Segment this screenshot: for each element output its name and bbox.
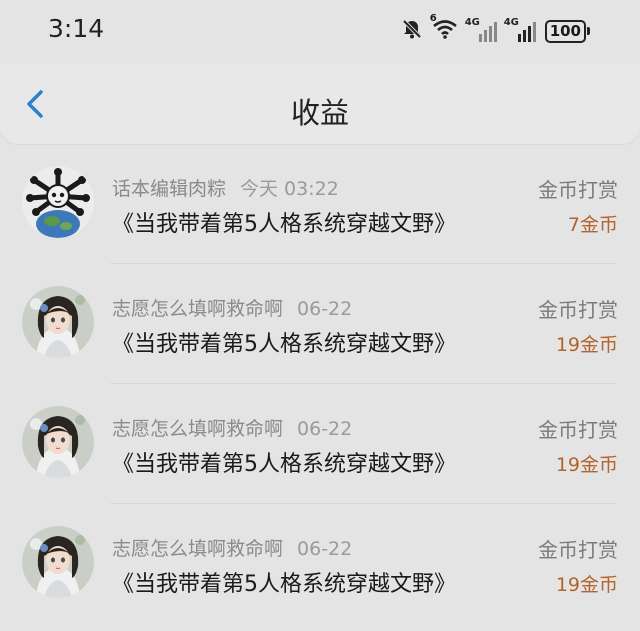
user-line: 志愿怎么填啊救命啊 06-22 (112, 294, 352, 321)
user-line: 话本编辑肉粽 今天 03:22 (112, 174, 339, 201)
novel-title[interactable]: 《当我带着第5人格系统穿越文野》 (112, 206, 456, 238)
list-item[interactable]: 志愿怎么填啊救命啊 06-22 《当我带着第5人格系统穿越文野》 金币打赏 19金… (0, 264, 640, 384)
reward-type: 金币打赏 (538, 298, 618, 322)
signal-tag: 4G (503, 17, 519, 28)
user-line: 志愿怎么填啊救命啊 06-22 (112, 534, 352, 561)
avatar[interactable] (22, 406, 94, 478)
reward-type: 金币打赏 (538, 178, 618, 202)
reward-type: 金币打赏 (538, 418, 618, 442)
coin-amount: 19金币 (555, 454, 618, 476)
timestamp: 06-22 (297, 538, 353, 560)
coin-amount: 7金币 (567, 214, 618, 236)
bell-muted-icon (401, 18, 423, 44)
status-icons: 6 4G 4G 100 (401, 13, 590, 44)
timestamp: 06-22 (297, 418, 353, 440)
username[interactable]: 话本编辑肉粽 (112, 178, 226, 200)
wifi-icon: 6 (430, 13, 458, 43)
avatar[interactable] (22, 286, 94, 358)
avatar[interactable] (22, 166, 94, 238)
username[interactable]: 志愿怎么填啊救命啊 (112, 538, 283, 560)
username[interactable]: 志愿怎么填啊救命啊 (112, 418, 283, 440)
status-bar: 3:14 6 4G 4G 100 (0, 0, 640, 64)
list-item[interactable]: 志愿怎么填啊救命啊 06-22 《当我带着第5人格系统穿越文野》 金币打赏 19金… (0, 384, 640, 504)
battery-level: 100 (544, 19, 586, 43)
timestamp: 06-22 (297, 298, 353, 320)
user-line: 志愿怎么填啊救命啊 06-22 (112, 414, 352, 441)
timestamp: 今天 03:22 (240, 178, 339, 200)
wifi-tag: 6 (429, 13, 437, 24)
signal-4g-icon: 4G (503, 17, 536, 42)
list-item[interactable]: 志愿怎么填啊救命啊 06-22 《当我带着第5人格系统穿越文野》 金币打赏 19金… (0, 504, 640, 624)
coin-amount: 19金币 (555, 334, 618, 356)
battery-icon: 100 (544, 19, 590, 43)
novel-title[interactable]: 《当我带着第5人格系统穿越文野》 (112, 566, 456, 598)
novel-title[interactable]: 《当我带着第5人格系统穿越文野》 (112, 326, 456, 358)
coin-amount: 19金币 (555, 574, 618, 596)
avatar[interactable] (22, 526, 94, 598)
reward-type: 金币打赏 (538, 538, 618, 562)
signal-tag: 4G (464, 17, 480, 28)
status-time: 3:14 (48, 14, 105, 43)
list-item[interactable]: 话本编辑肉粽 今天 03:22 《当我带着第5人格系统穿越文野》 金币打赏 7金币 (0, 144, 640, 264)
header: 收益 (0, 64, 640, 144)
signal-4g-icon: 4G (464, 17, 497, 42)
earnings-list: 话本编辑肉粽 今天 03:22 《当我带着第5人格系统穿越文野》 金币打赏 7金币 (0, 144, 640, 624)
username[interactable]: 志愿怎么填啊救命啊 (112, 298, 283, 320)
novel-title[interactable]: 《当我带着第5人格系统穿越文野》 (112, 446, 456, 478)
page-title: 收益 (290, 96, 349, 130)
